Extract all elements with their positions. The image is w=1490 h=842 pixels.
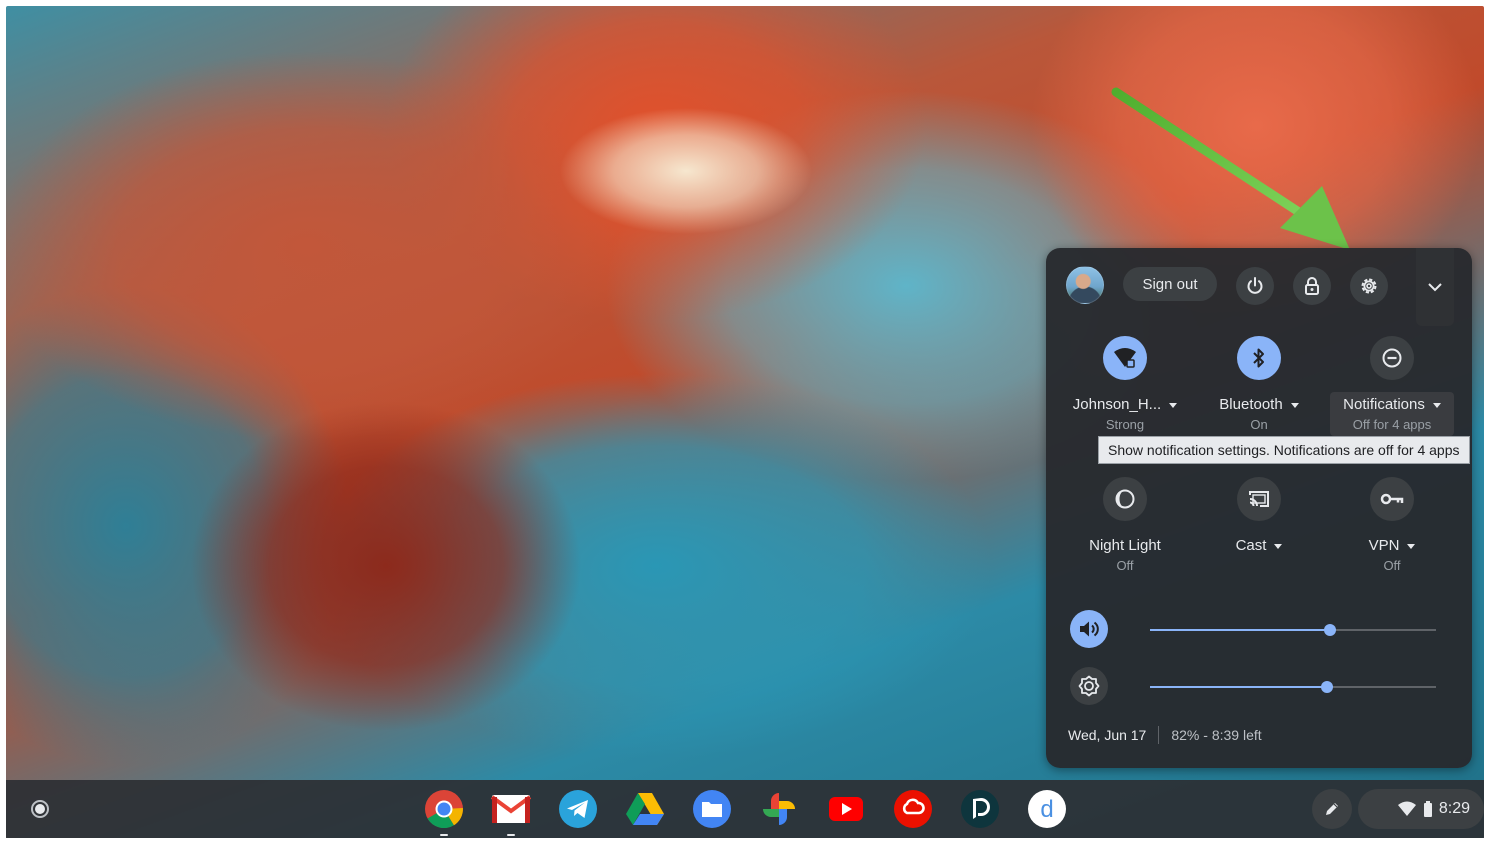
tile-sublabel: Off bbox=[1116, 558, 1134, 573]
dashlane-icon bbox=[961, 790, 999, 828]
launcher-icon bbox=[31, 800, 49, 818]
tile-label: VPN bbox=[1368, 537, 1400, 554]
adobe-creative-cloud-app[interactable] bbox=[893, 789, 933, 829]
quick-settings-footer: Wed, Jun 17 82% - 8:39 left bbox=[1068, 726, 1262, 744]
telegram-app[interactable] bbox=[558, 789, 598, 829]
dashlane-app[interactable] bbox=[960, 789, 1000, 829]
chevron-down-icon bbox=[1428, 283, 1442, 292]
tile-notifications[interactable]: Notifications Off for 4 apps bbox=[1327, 336, 1457, 432]
youtube-app[interactable] bbox=[826, 789, 866, 829]
volume-thumb[interactable] bbox=[1324, 624, 1337, 636]
volume-icon bbox=[1080, 621, 1099, 637]
creative-cloud-icon bbox=[894, 790, 932, 828]
caret-down-icon bbox=[1169, 402, 1178, 408]
launcher-button[interactable] bbox=[24, 793, 56, 825]
brightness-thumb[interactable] bbox=[1321, 681, 1334, 693]
brightness-icon bbox=[1078, 675, 1100, 697]
network-toggle[interactable] bbox=[1103, 336, 1147, 380]
notifications-toggle[interactable] bbox=[1370, 336, 1414, 380]
files-icon bbox=[693, 790, 731, 828]
tile-sublabel: Off for 4 apps bbox=[1352, 417, 1432, 432]
tile-cast[interactable]: Cast bbox=[1194, 477, 1324, 558]
tile-label: Cast bbox=[1235, 537, 1267, 554]
running-indicator bbox=[507, 834, 515, 836]
power-icon bbox=[1247, 277, 1263, 294]
collapse-button[interactable] bbox=[1416, 248, 1454, 326]
tile-network[interactable]: Johnson_H... Strong bbox=[1060, 336, 1190, 432]
caret-down-icon bbox=[1274, 543, 1283, 549]
shelf-apps: d bbox=[424, 789, 1094, 836]
telegram-icon bbox=[559, 790, 597, 828]
stylus-icon bbox=[1326, 803, 1338, 815]
stylus-tools-button[interactable] bbox=[1312, 789, 1352, 829]
google-photos-icon bbox=[763, 793, 795, 825]
volume-fill bbox=[1150, 629, 1331, 631]
volume-slider[interactable] bbox=[1150, 624, 1436, 636]
tile-label: Night Light bbox=[1089, 537, 1161, 554]
dictionary-icon: d bbox=[1028, 790, 1066, 828]
gmail-icon bbox=[491, 795, 531, 823]
settings-button[interactable] bbox=[1350, 267, 1388, 305]
battery-icon bbox=[1423, 801, 1432, 817]
shelf: d 8:29 bbox=[6, 780, 1484, 838]
notifications-tooltip: Show notification settings. Notification… bbox=[1098, 436, 1470, 464]
power-button[interactable] bbox=[1236, 267, 1274, 305]
brightness-slider[interactable] bbox=[1150, 681, 1436, 693]
gmail-app[interactable] bbox=[491, 789, 531, 836]
google-drive-app[interactable] bbox=[625, 789, 665, 829]
wifi-icon bbox=[1114, 348, 1136, 368]
caret-down-icon bbox=[1432, 402, 1441, 408]
tile-sublabel: Off bbox=[1383, 558, 1401, 573]
google-drive-icon bbox=[626, 793, 664, 825]
lock-icon bbox=[1305, 277, 1319, 295]
tile-label: Notifications bbox=[1343, 396, 1425, 413]
tile-bluetooth[interactable]: Bluetooth On bbox=[1194, 336, 1324, 432]
gear-icon bbox=[1361, 278, 1377, 294]
tile-label: Bluetooth bbox=[1219, 396, 1283, 413]
lock-button[interactable] bbox=[1293, 267, 1331, 305]
brightness-row bbox=[1070, 667, 1440, 707]
caret-down-icon bbox=[1290, 402, 1299, 408]
mute-button[interactable] bbox=[1070, 610, 1108, 648]
avatar[interactable] bbox=[1066, 266, 1104, 304]
youtube-icon bbox=[829, 797, 863, 821]
dictionary-app[interactable]: d bbox=[1027, 789, 1067, 829]
bluetooth-icon bbox=[1253, 348, 1264, 368]
date-label[interactable]: Wed, Jun 17 bbox=[1068, 727, 1146, 743]
cast-toggle[interactable] bbox=[1237, 477, 1281, 521]
tile-sublabel: Strong bbox=[1105, 417, 1145, 432]
night-light-icon bbox=[1115, 489, 1135, 509]
volume-row bbox=[1070, 610, 1440, 650]
tile-vpn[interactable]: VPN Off bbox=[1327, 477, 1457, 573]
do-not-disturb-icon bbox=[1382, 348, 1402, 368]
tile-night-light[interactable]: Night Light Off bbox=[1060, 477, 1190, 573]
tile-label: Johnson_H... bbox=[1072, 396, 1162, 413]
svg-text:d: d bbox=[1040, 796, 1053, 823]
bluetooth-toggle[interactable] bbox=[1237, 336, 1281, 380]
wifi-status-icon bbox=[1397, 801, 1416, 816]
status-area[interactable]: 8:29 bbox=[1358, 789, 1484, 829]
brightness-button bbox=[1070, 667, 1108, 705]
quick-settings-panel: Sign out Johnson_H... Strong Bluetooth O… bbox=[1046, 248, 1472, 768]
google-photos-app[interactable] bbox=[759, 789, 799, 829]
running-indicator bbox=[440, 834, 448, 836]
cast-icon bbox=[1249, 491, 1269, 507]
vpn-toggle[interactable] bbox=[1370, 477, 1414, 521]
chrome-icon bbox=[425, 790, 463, 829]
tile-sublabel: On bbox=[1250, 417, 1268, 432]
chrome-app[interactable] bbox=[424, 789, 464, 836]
brightness-fill bbox=[1150, 686, 1328, 688]
footer-divider bbox=[1158, 726, 1160, 744]
night-light-toggle[interactable] bbox=[1103, 477, 1147, 521]
quick-settings-header: Sign out bbox=[1046, 248, 1472, 328]
vpn-key-icon bbox=[1380, 493, 1404, 505]
battery-label: 82% - 8:39 left bbox=[1171, 727, 1262, 743]
clock: 8:29 bbox=[1438, 800, 1470, 817]
files-app[interactable] bbox=[692, 789, 732, 829]
caret-down-icon bbox=[1407, 543, 1416, 549]
sign-out-button[interactable]: Sign out bbox=[1123, 267, 1217, 301]
